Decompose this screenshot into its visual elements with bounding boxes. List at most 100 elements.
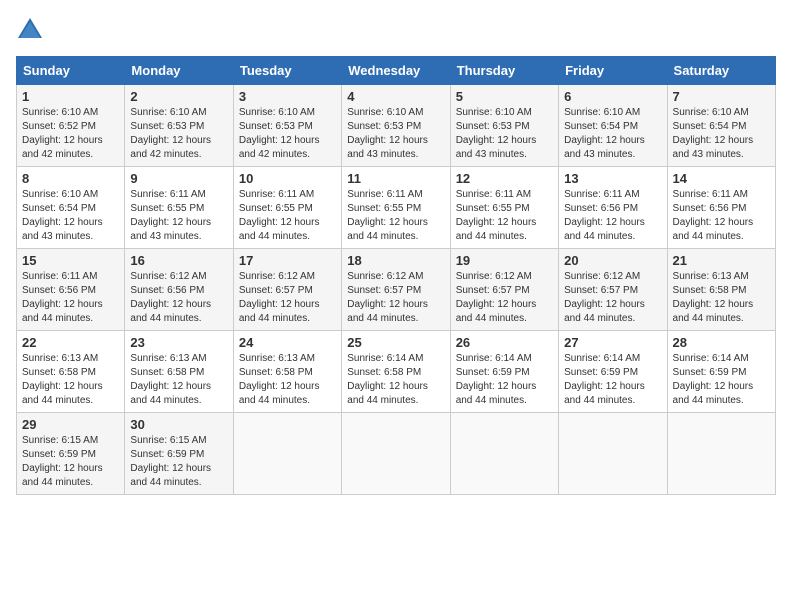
calendar-week-4: 22 Sunrise: 6:13 AMSunset: 6:58 PMDaylig… <box>17 331 776 413</box>
calendar-cell: 10 Sunrise: 6:11 AMSunset: 6:55 PMDaylig… <box>233 167 341 249</box>
day-info: Sunrise: 6:12 AMSunset: 6:57 PMDaylight:… <box>456 271 537 324</box>
day-info: Sunrise: 6:14 AMSunset: 6:58 PMDaylight:… <box>347 353 428 406</box>
day-info: Sunrise: 6:12 AMSunset: 6:57 PMDaylight:… <box>347 271 428 324</box>
calendar-cell: 23 Sunrise: 6:13 AMSunset: 6:58 PMDaylig… <box>125 331 233 413</box>
day-info: Sunrise: 6:11 AMSunset: 6:55 PMDaylight:… <box>456 189 537 242</box>
calendar-cell <box>559 413 667 495</box>
calendar-cell <box>667 413 775 495</box>
day-number: 25 <box>347 335 444 350</box>
day-info: Sunrise: 6:15 AMSunset: 6:59 PMDaylight:… <box>22 435 103 488</box>
calendar-cell: 18 Sunrise: 6:12 AMSunset: 6:57 PMDaylig… <box>342 249 450 331</box>
day-number: 2 <box>130 89 227 104</box>
day-number: 21 <box>673 253 770 268</box>
calendar-cell: 1 Sunrise: 6:10 AMSunset: 6:52 PMDayligh… <box>17 85 125 167</box>
calendar-week-1: 1 Sunrise: 6:10 AMSunset: 6:52 PMDayligh… <box>17 85 776 167</box>
day-info: Sunrise: 6:11 AMSunset: 6:55 PMDaylight:… <box>239 189 320 242</box>
calendar-cell: 26 Sunrise: 6:14 AMSunset: 6:59 PMDaylig… <box>450 331 558 413</box>
day-info: Sunrise: 6:11 AMSunset: 6:56 PMDaylight:… <box>22 271 103 324</box>
day-number: 10 <box>239 171 336 186</box>
calendar-cell <box>233 413 341 495</box>
day-info: Sunrise: 6:10 AMSunset: 6:54 PMDaylight:… <box>22 189 103 242</box>
calendar-cell: 7 Sunrise: 6:10 AMSunset: 6:54 PMDayligh… <box>667 85 775 167</box>
weekday-header-tuesday: Tuesday <box>233 57 341 85</box>
calendar-cell <box>342 413 450 495</box>
day-info: Sunrise: 6:14 AMSunset: 6:59 PMDaylight:… <box>673 353 754 406</box>
day-info: Sunrise: 6:13 AMSunset: 6:58 PMDaylight:… <box>239 353 320 406</box>
day-number: 5 <box>456 89 553 104</box>
day-number: 28 <box>673 335 770 350</box>
day-info: Sunrise: 6:10 AMSunset: 6:53 PMDaylight:… <box>130 107 211 160</box>
day-number: 6 <box>564 89 661 104</box>
calendar-cell: 24 Sunrise: 6:13 AMSunset: 6:58 PMDaylig… <box>233 331 341 413</box>
calendar-cell: 27 Sunrise: 6:14 AMSunset: 6:59 PMDaylig… <box>559 331 667 413</box>
day-number: 30 <box>130 417 227 432</box>
calendar-cell: 11 Sunrise: 6:11 AMSunset: 6:55 PMDaylig… <box>342 167 450 249</box>
calendar-cell: 5 Sunrise: 6:10 AMSunset: 6:53 PMDayligh… <box>450 85 558 167</box>
calendar-week-5: 29 Sunrise: 6:15 AMSunset: 6:59 PMDaylig… <box>17 413 776 495</box>
calendar-week-3: 15 Sunrise: 6:11 AMSunset: 6:56 PMDaylig… <box>17 249 776 331</box>
day-info: Sunrise: 6:13 AMSunset: 6:58 PMDaylight:… <box>22 353 103 406</box>
day-number: 18 <box>347 253 444 268</box>
day-number: 3 <box>239 89 336 104</box>
page-header <box>16 16 776 44</box>
day-number: 26 <box>456 335 553 350</box>
calendar-cell: 4 Sunrise: 6:10 AMSunset: 6:53 PMDayligh… <box>342 85 450 167</box>
calendar-cell: 19 Sunrise: 6:12 AMSunset: 6:57 PMDaylig… <box>450 249 558 331</box>
day-number: 16 <box>130 253 227 268</box>
calendar-cell: 17 Sunrise: 6:12 AMSunset: 6:57 PMDaylig… <box>233 249 341 331</box>
calendar-cell: 9 Sunrise: 6:11 AMSunset: 6:55 PMDayligh… <box>125 167 233 249</box>
weekday-header-friday: Friday <box>559 57 667 85</box>
weekday-header-wednesday: Wednesday <box>342 57 450 85</box>
day-number: 12 <box>456 171 553 186</box>
day-number: 19 <box>456 253 553 268</box>
day-number: 4 <box>347 89 444 104</box>
day-number: 11 <box>347 171 444 186</box>
day-info: Sunrise: 6:10 AMSunset: 6:53 PMDaylight:… <box>456 107 537 160</box>
day-number: 24 <box>239 335 336 350</box>
weekday-header-sunday: Sunday <box>17 57 125 85</box>
day-number: 7 <box>673 89 770 104</box>
day-info: Sunrise: 6:11 AMSunset: 6:55 PMDaylight:… <box>130 189 211 242</box>
calendar-cell: 15 Sunrise: 6:11 AMSunset: 6:56 PMDaylig… <box>17 249 125 331</box>
day-number: 13 <box>564 171 661 186</box>
weekday-header-saturday: Saturday <box>667 57 775 85</box>
day-info: Sunrise: 6:10 AMSunset: 6:54 PMDaylight:… <box>673 107 754 160</box>
calendar-cell <box>450 413 558 495</box>
day-info: Sunrise: 6:11 AMSunset: 6:56 PMDaylight:… <box>673 189 754 242</box>
calendar-cell: 14 Sunrise: 6:11 AMSunset: 6:56 PMDaylig… <box>667 167 775 249</box>
weekday-header-row: SundayMondayTuesdayWednesdayThursdayFrid… <box>17 57 776 85</box>
calendar-cell: 25 Sunrise: 6:14 AMSunset: 6:58 PMDaylig… <box>342 331 450 413</box>
calendar-table: SundayMondayTuesdayWednesdayThursdayFrid… <box>16 56 776 495</box>
weekday-header-thursday: Thursday <box>450 57 558 85</box>
day-number: 20 <box>564 253 661 268</box>
weekday-header-monday: Monday <box>125 57 233 85</box>
day-number: 1 <box>22 89 119 104</box>
calendar-cell: 29 Sunrise: 6:15 AMSunset: 6:59 PMDaylig… <box>17 413 125 495</box>
calendar-cell: 12 Sunrise: 6:11 AMSunset: 6:55 PMDaylig… <box>450 167 558 249</box>
calendar-cell: 3 Sunrise: 6:10 AMSunset: 6:53 PMDayligh… <box>233 85 341 167</box>
day-info: Sunrise: 6:12 AMSunset: 6:57 PMDaylight:… <box>564 271 645 324</box>
calendar-cell: 6 Sunrise: 6:10 AMSunset: 6:54 PMDayligh… <box>559 85 667 167</box>
calendar-cell: 20 Sunrise: 6:12 AMSunset: 6:57 PMDaylig… <box>559 249 667 331</box>
day-info: Sunrise: 6:10 AMSunset: 6:52 PMDaylight:… <box>22 107 103 160</box>
day-info: Sunrise: 6:14 AMSunset: 6:59 PMDaylight:… <box>456 353 537 406</box>
day-info: Sunrise: 6:10 AMSunset: 6:53 PMDaylight:… <box>239 107 320 160</box>
calendar-week-2: 8 Sunrise: 6:10 AMSunset: 6:54 PMDayligh… <box>17 167 776 249</box>
day-number: 17 <box>239 253 336 268</box>
day-number: 27 <box>564 335 661 350</box>
day-number: 22 <box>22 335 119 350</box>
day-number: 8 <box>22 171 119 186</box>
logo-icon <box>16 16 44 44</box>
calendar-cell: 8 Sunrise: 6:10 AMSunset: 6:54 PMDayligh… <box>17 167 125 249</box>
day-number: 29 <box>22 417 119 432</box>
calendar-cell: 22 Sunrise: 6:13 AMSunset: 6:58 PMDaylig… <box>17 331 125 413</box>
day-info: Sunrise: 6:11 AMSunset: 6:56 PMDaylight:… <box>564 189 645 242</box>
calendar-cell: 2 Sunrise: 6:10 AMSunset: 6:53 PMDayligh… <box>125 85 233 167</box>
calendar-cell: 28 Sunrise: 6:14 AMSunset: 6:59 PMDaylig… <box>667 331 775 413</box>
calendar-cell: 16 Sunrise: 6:12 AMSunset: 6:56 PMDaylig… <box>125 249 233 331</box>
day-number: 23 <box>130 335 227 350</box>
day-info: Sunrise: 6:11 AMSunset: 6:55 PMDaylight:… <box>347 189 428 242</box>
day-number: 14 <box>673 171 770 186</box>
day-number: 9 <box>130 171 227 186</box>
day-info: Sunrise: 6:12 AMSunset: 6:57 PMDaylight:… <box>239 271 320 324</box>
